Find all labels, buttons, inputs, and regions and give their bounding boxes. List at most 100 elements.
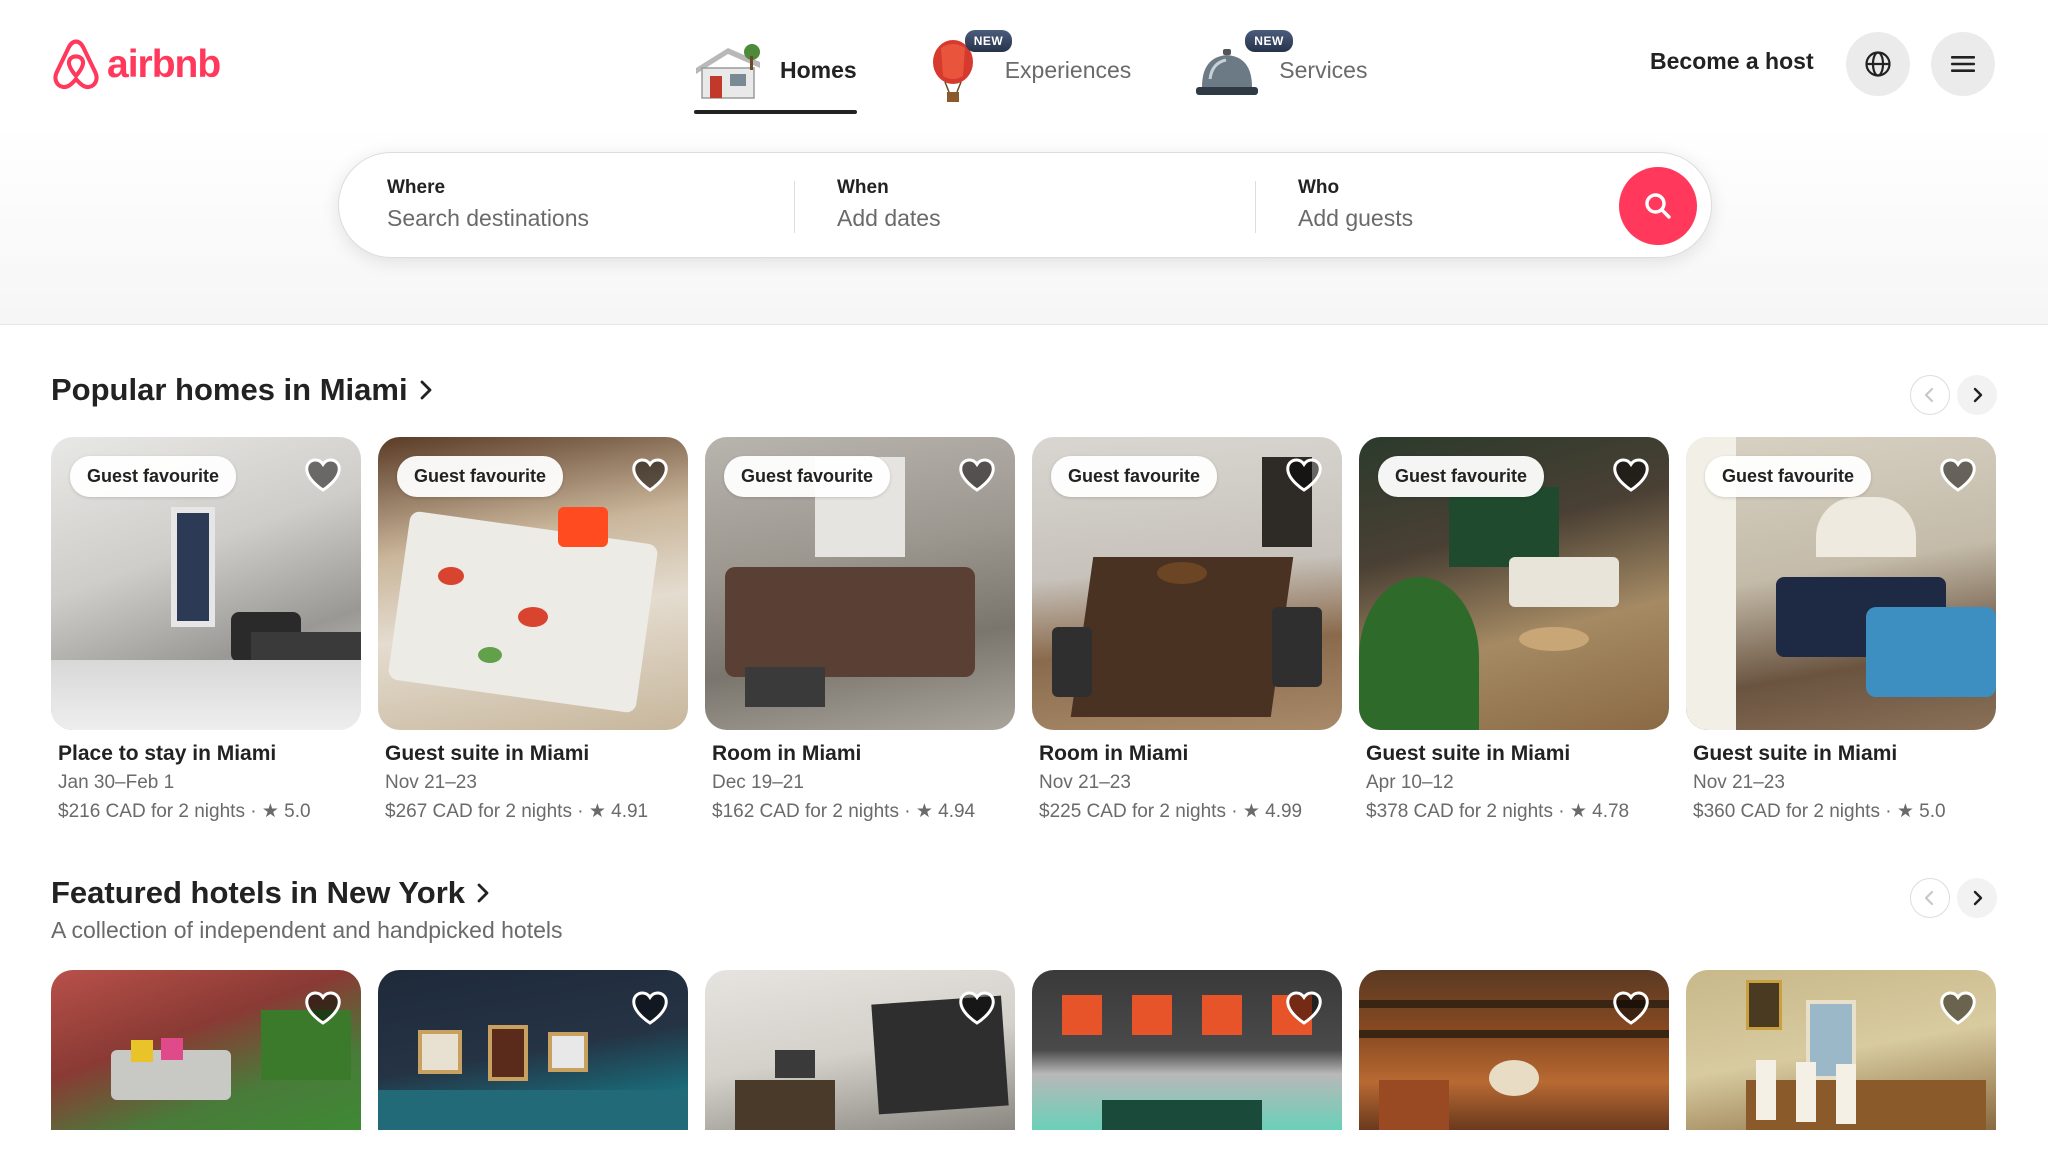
listing-title: Room in Miami (1039, 742, 1189, 765)
brand-name: airbnb (107, 43, 221, 86)
heart-icon[interactable] (1284, 988, 1324, 1028)
listing-price-rating: $162 CAD for 2 nights · ★ 4.94 (712, 801, 976, 822)
search-button[interactable] (1619, 167, 1697, 245)
tab-label: Experiences (1004, 57, 1132, 83)
listing-photo[interactable]: Guest favourite (1359, 437, 1669, 730)
listing-dates: Apr 10–12 (1366, 772, 1454, 793)
listing-title: Room in Miami (712, 742, 862, 765)
guest-favourite-badge: Guest favourite (70, 456, 237, 497)
globe-button[interactable] (1846, 32, 1910, 96)
guest-favourite-badge: Guest favourite (397, 456, 564, 497)
search-divider (794, 181, 795, 233)
globe-icon (1865, 51, 1891, 77)
carousel-next-button[interactable] (1957, 878, 1997, 918)
search-divider (1255, 181, 1256, 233)
hotel-card[interactable] (1032, 970, 1342, 1130)
listing-dates: Nov 21–23 (1039, 772, 1131, 793)
section-title-text: Popular homes in Miami (51, 372, 408, 407)
search-bar: Where Search destinations When Add dates… (338, 152, 1712, 258)
listing-photo[interactable]: Guest favourite (705, 437, 1015, 730)
hotel-photo[interactable] (1686, 970, 1996, 1130)
house-icon (690, 38, 766, 104)
heart-icon[interactable] (957, 988, 997, 1028)
section-title-popular-homes[interactable]: Popular homes in Miami (51, 372, 434, 408)
search-where-field[interactable]: Where Search destinations (387, 153, 787, 257)
heart-icon[interactable] (303, 455, 343, 495)
heart-icon[interactable] (957, 455, 997, 495)
hotel-photo[interactable] (1359, 970, 1669, 1130)
menu-button[interactable] (1931, 32, 1995, 96)
hotel-card[interactable] (1359, 970, 1669, 1130)
hotel-photo[interactable] (378, 970, 688, 1130)
heart-icon[interactable] (1938, 455, 1978, 495)
chevron-right-icon (1973, 387, 1983, 403)
heart-icon[interactable] (1611, 455, 1651, 495)
chevron-right-icon (477, 883, 489, 903)
tab-services[interactable]: NEW Services (1189, 28, 1367, 113)
listing-card[interactable]: Guest favourite Guest suite in Miami Nov… (1686, 437, 1996, 823)
become-a-host-link[interactable]: Become a host (1650, 48, 1814, 75)
chevron-left-icon (1924, 387, 1934, 403)
heart-icon[interactable] (1611, 988, 1651, 1028)
listing-title: Place to stay in Miami (58, 742, 277, 765)
tab-label: Homes (780, 57, 857, 83)
hotel-photo[interactable] (1032, 970, 1342, 1130)
service-bell-icon: NEW (1189, 29, 1293, 104)
carousel-prev-button[interactable] (1910, 878, 1950, 918)
listing-price-rating: $378 CAD for 2 nights · ★ 4.78 (1366, 801, 1630, 822)
airbnb-logo-icon (53, 39, 99, 90)
category-nav: Homes NEW Experiences NEW Services (690, 28, 1367, 114)
hotel-photo[interactable] (51, 970, 361, 1130)
listing-dates: Jan 30–Feb 1 (58, 772, 175, 793)
new-badge: NEW (1245, 29, 1293, 52)
hotel-photo[interactable] (705, 970, 1015, 1130)
listing-price-rating: $360 CAD for 2 nights · ★ 5.0 (1693, 801, 1946, 822)
tab-experiences[interactable]: NEW Experiences (915, 28, 1132, 113)
listing-price-rating: $267 CAD for 2 nights · ★ 4.91 (385, 801, 649, 822)
when-label: When (837, 177, 889, 198)
listing-card[interactable]: Guest favourite Guest suite in Miami Apr… (1359, 437, 1669, 823)
section-subtitle: A collection of independent and handpick… (51, 917, 563, 943)
chevron-right-icon (420, 380, 431, 400)
listing-title: Guest suite in Miami (1366, 742, 1571, 765)
listing-card[interactable]: Guest favourite Room in Miami Nov 21–23 … (1032, 437, 1342, 823)
listing-card[interactable]: Guest favourite Room in Miami Dec 19–21 … (705, 437, 1015, 823)
listing-dates: Nov 21–23 (1693, 772, 1785, 793)
airbnb-logo[interactable]: airbnb (51, 38, 221, 92)
hotel-card[interactable] (378, 970, 688, 1130)
listing-card[interactable]: Guest favourite Guest suite in Miami Nov… (378, 437, 688, 823)
listing-dates: Dec 19–21 (712, 772, 804, 793)
top-header: airbnb Homes NEW Experiences NEW Service… (0, 0, 2048, 325)
tab-homes[interactable]: Homes (690, 28, 857, 114)
guest-favourite-badge: Guest favourite (724, 456, 891, 497)
search-icon (1645, 193, 1671, 219)
hot-air-balloon-icon: NEW (915, 29, 1013, 104)
where-placeholder: Search destinations (387, 205, 590, 231)
heart-icon[interactable] (630, 988, 670, 1028)
heart-icon[interactable] (303, 988, 343, 1028)
search-when-field[interactable]: When Add dates (837, 153, 1257, 257)
chevron-left-icon (1924, 890, 1934, 906)
guest-favourite-badge: Guest favourite (1705, 456, 1872, 497)
tab-label: Services (1279, 57, 1368, 83)
carousel-prev-button[interactable] (1910, 375, 1950, 415)
listing-card[interactable]: Guest favourite Place to stay in Miami J… (51, 437, 361, 823)
search-who-field[interactable]: Who Add guests (1298, 153, 1598, 257)
heart-icon[interactable] (1284, 455, 1324, 495)
heart-icon[interactable] (630, 455, 670, 495)
listing-photo[interactable]: Guest favourite (1032, 437, 1342, 730)
chevron-right-icon (1973, 890, 1983, 906)
listing-photo[interactable]: Guest favourite (378, 437, 688, 730)
listing-photo[interactable]: Guest favourite (51, 437, 361, 730)
hotel-card[interactable] (1686, 970, 1996, 1130)
heart-icon[interactable] (1938, 988, 1978, 1028)
listing-title: Guest suite in Miami (385, 742, 590, 765)
hotel-card[interactable] (51, 970, 361, 1130)
who-label: Who (1298, 177, 1340, 198)
section-title-featured-hotels[interactable]: Featured hotels in New York (51, 875, 491, 911)
listing-price-rating: $216 CAD for 2 nights · ★ 5.0 (58, 801, 311, 822)
listing-photo[interactable]: Guest favourite (1686, 437, 1996, 730)
new-badge: NEW (964, 29, 1013, 52)
hotel-card[interactable] (705, 970, 1015, 1130)
carousel-next-button[interactable] (1957, 375, 1997, 415)
